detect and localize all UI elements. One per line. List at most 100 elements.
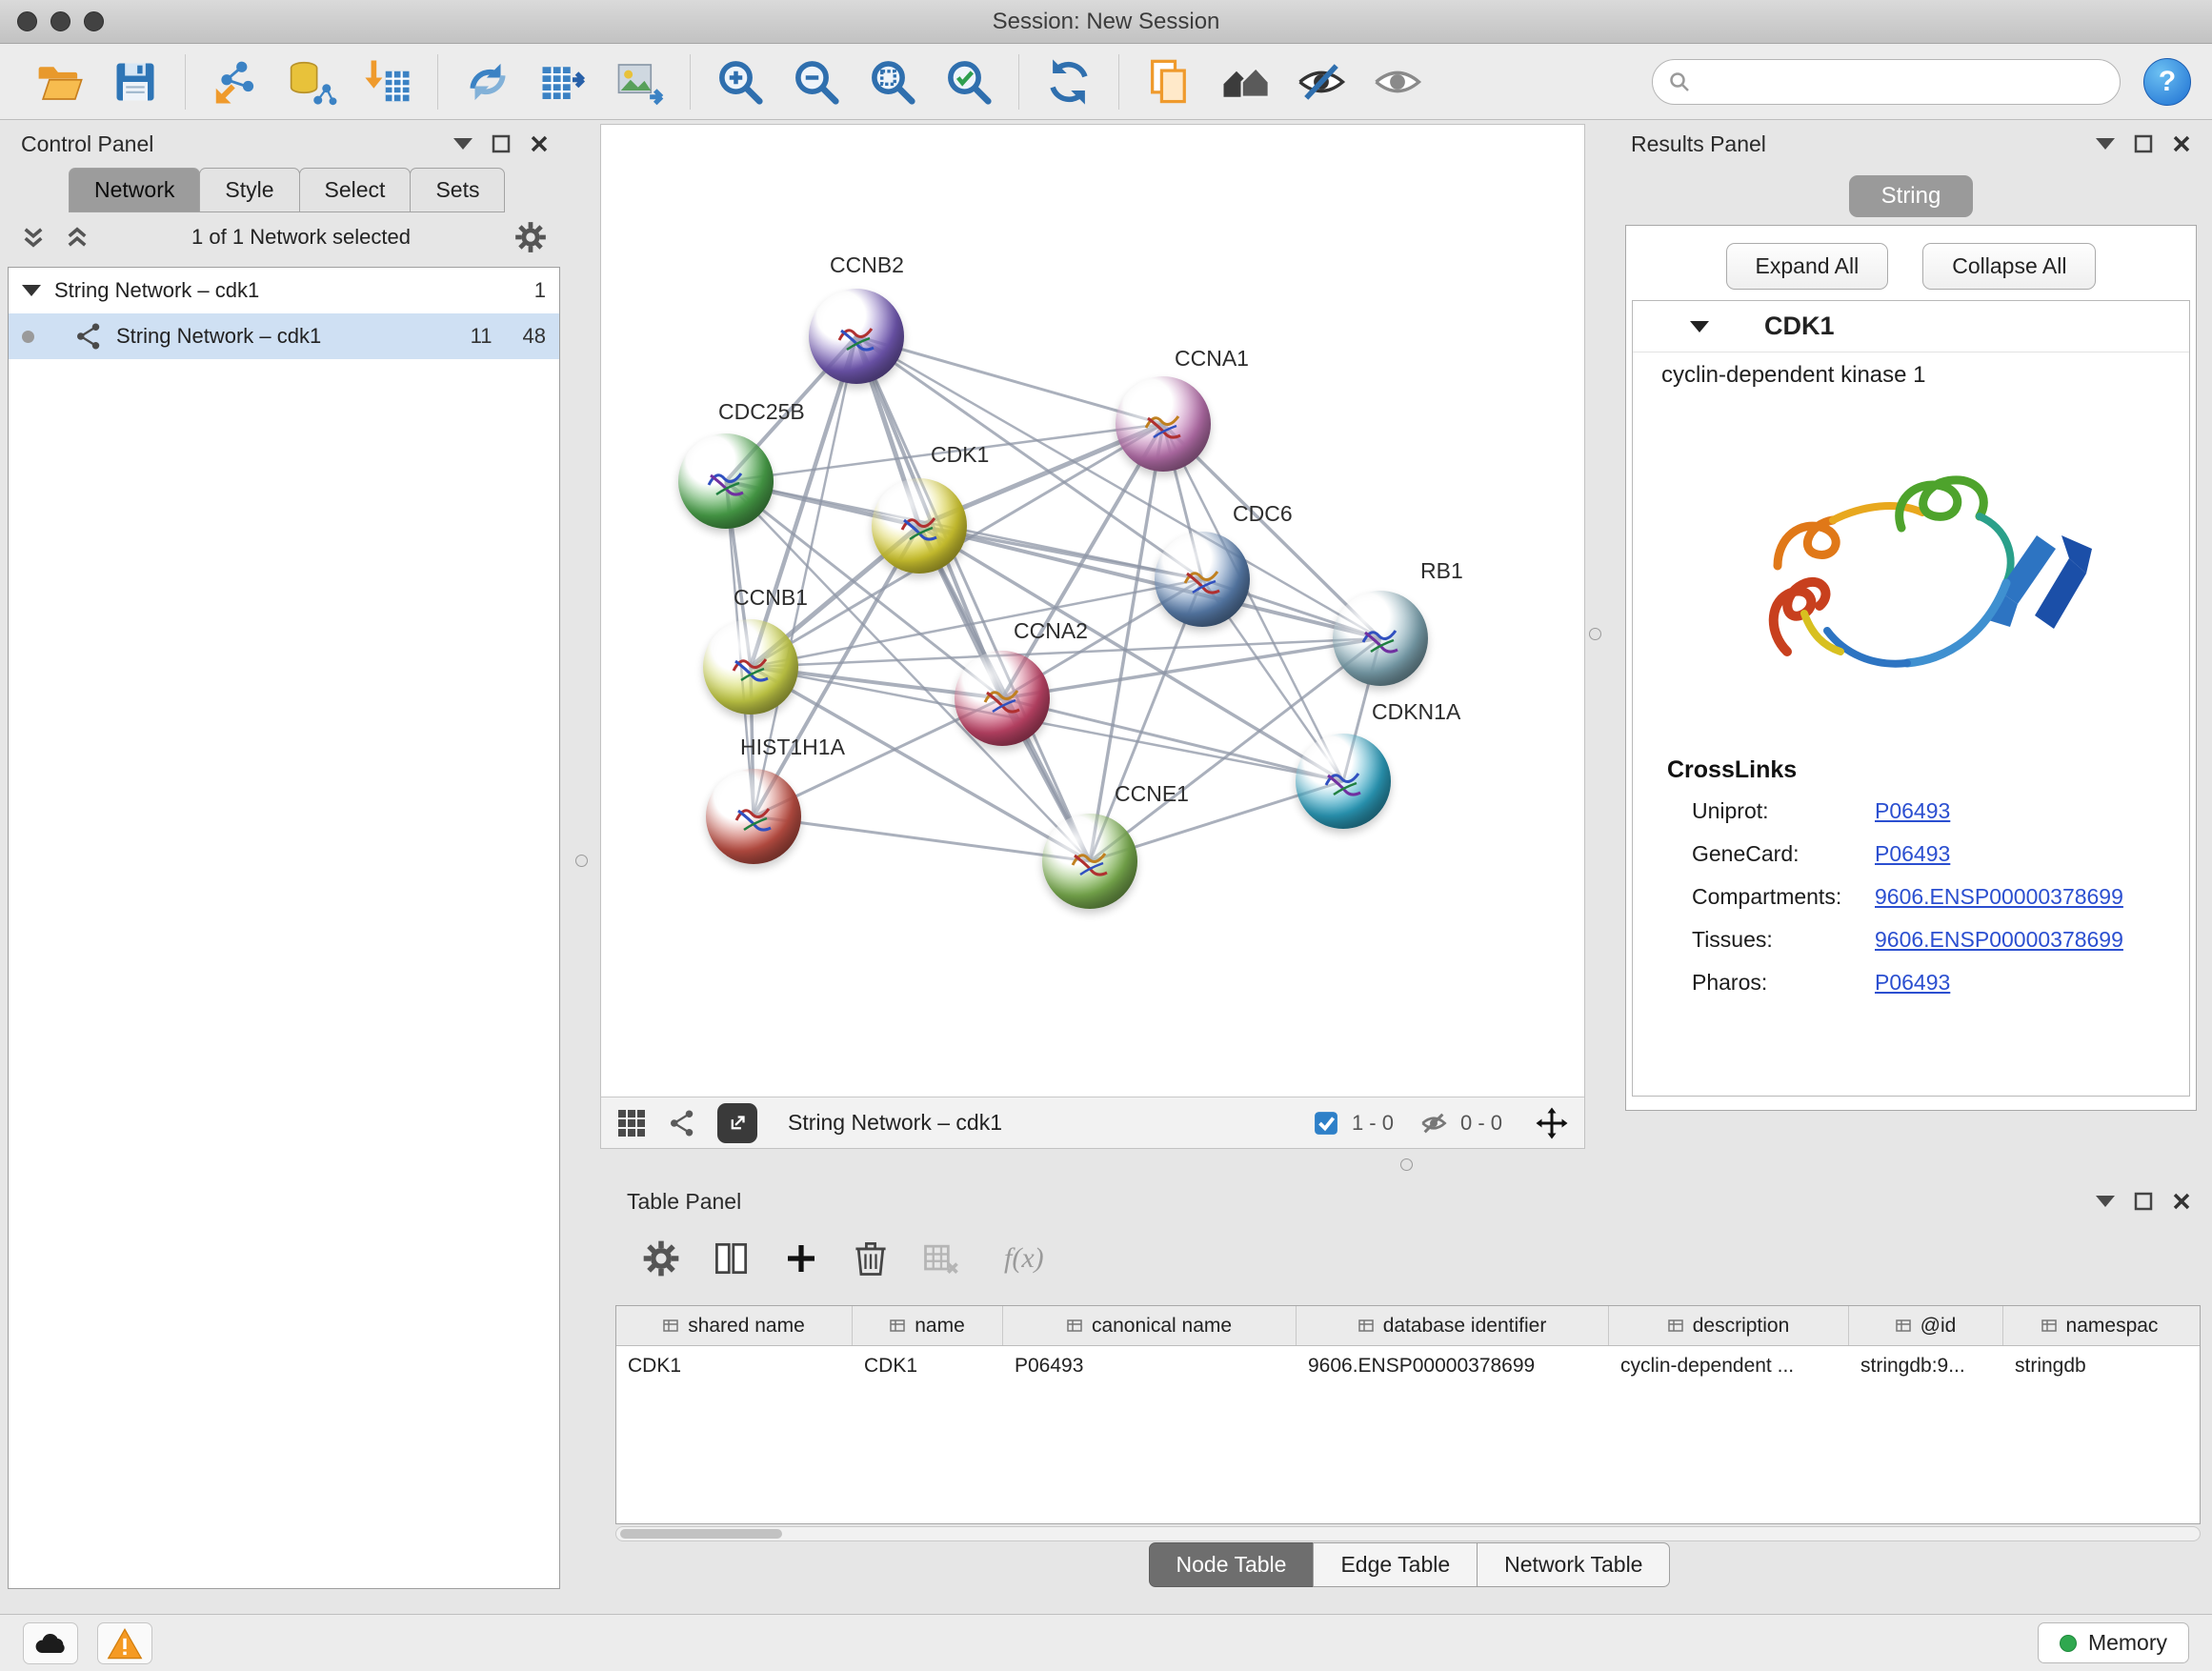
- show-columns-icon[interactable]: [711, 1238, 753, 1279]
- table-float-icon[interactable]: [2096, 1196, 2115, 1207]
- network-row-selected[interactable]: String Network – cdk1 11 48: [9, 313, 559, 359]
- column-grid-icon: [2041, 1318, 2058, 1334]
- cell-shared-name[interactable]: CDK1: [616, 1346, 853, 1386]
- zoom-selected-button[interactable]: [940, 52, 997, 111]
- function-builder-icon[interactable]: f(x): [1004, 1242, 1044, 1275]
- add-column-icon[interactable]: [781, 1238, 821, 1278]
- pharos-link[interactable]: P06493: [1875, 970, 1950, 996]
- network-node-CDC6[interactable]: [1155, 532, 1250, 627]
- export-network-button[interactable]: [535, 52, 593, 111]
- birdseye-view-button[interactable]: [1217, 52, 1274, 111]
- results-close-icon[interactable]: [2172, 134, 2191, 153]
- help-button[interactable]: ?: [2143, 58, 2191, 106]
- delete-column-trash-icon[interactable]: [850, 1238, 892, 1279]
- gene-entry-header[interactable]: CDK1: [1633, 301, 2189, 352]
- column-header[interactable]: name: [853, 1306, 1003, 1345]
- results-maximize-icon[interactable]: [2134, 134, 2153, 153]
- column-header[interactable]: shared name: [616, 1306, 853, 1345]
- show-graphics-details-button[interactable]: [1369, 52, 1426, 111]
- detach-view-button[interactable]: [717, 1103, 757, 1143]
- refresh-network-view-button[interactable]: [1040, 52, 1097, 111]
- network-node-HIST1H1A[interactable]: [706, 769, 801, 864]
- tab-style[interactable]: Style: [199, 168, 299, 212]
- table-close-icon[interactable]: [2172, 1192, 2191, 1211]
- cell-name[interactable]: CDK1: [853, 1346, 1003, 1386]
- table-settings-gear-icon[interactable]: [640, 1238, 682, 1279]
- search-input[interactable]: [1700, 70, 2104, 94]
- tab-network[interactable]: Network: [69, 168, 200, 212]
- cloud-services-button[interactable]: [23, 1622, 78, 1664]
- collapse-all-button[interactable]: Collapse All: [1922, 243, 2096, 290]
- network-node-CCNE1[interactable]: [1042, 814, 1137, 909]
- tab-network-table[interactable]: Network Table: [1477, 1542, 1670, 1587]
- memory-button[interactable]: Memory: [2038, 1622, 2189, 1663]
- scrollbar-thumb[interactable]: [620, 1529, 782, 1539]
- expand-all-networks-icon[interactable]: [65, 225, 90, 250]
- uniprot-link[interactable]: P06493: [1875, 798, 1950, 824]
- compartments-link[interactable]: 9606.ENSP00000378699: [1875, 884, 2123, 910]
- panel-close-icon[interactable]: [530, 134, 549, 153]
- tree-expand-icon[interactable]: [22, 285, 41, 296]
- refresh-icon: [1043, 56, 1095, 108]
- column-header[interactable]: @id: [1849, 1306, 2003, 1345]
- hide-unhide-button[interactable]: [1293, 52, 1350, 111]
- cell-id[interactable]: stringdb:9...: [1849, 1346, 2003, 1386]
- table-row[interactable]: CDK1 CDK1 P06493 9606.ENSP00000378699 cy…: [616, 1346, 2200, 1386]
- column-header[interactable]: namespac: [2003, 1306, 2196, 1345]
- results-float-icon[interactable]: [2096, 138, 2115, 150]
- save-session-button[interactable]: [107, 52, 164, 111]
- copy-button[interactable]: [1140, 52, 1197, 111]
- zoom-out-button[interactable]: [788, 52, 845, 111]
- move-crosshair-icon[interactable]: [1535, 1106, 1569, 1140]
- new-network-button[interactable]: [459, 52, 516, 111]
- open-folder-icon: [33, 56, 85, 108]
- left-splitter-handle[interactable]: [575, 855, 588, 867]
- hidden-elements-eye-icon[interactable]: [1420, 1110, 1447, 1137]
- network-node-RB1[interactable]: [1333, 591, 1428, 686]
- grid-view-icon[interactable]: [616, 1108, 647, 1138]
- network-node-CDC25B[interactable]: [678, 433, 774, 529]
- warnings-button[interactable]: [97, 1622, 152, 1664]
- network-node-CDK1[interactable]: [872, 478, 967, 574]
- bottom-splitter-handle[interactable]: [1400, 1158, 1413, 1171]
- tissues-link[interactable]: 9606.ENSP00000378699: [1875, 927, 2123, 953]
- network-canvas[interactable]: CCNB2CCNA1CDC25BCDK1CDC6RB1CCNB1CCNA2CDK…: [601, 125, 1584, 1097]
- open-session-button[interactable]: [30, 52, 88, 111]
- selected-nodes-checkbox-icon[interactable]: [1314, 1111, 1338, 1136]
- tab-node-table[interactable]: Node Table: [1149, 1542, 1315, 1587]
- column-header[interactable]: canonical name: [1003, 1306, 1297, 1345]
- zoom-in-button[interactable]: [712, 52, 769, 111]
- cell-description[interactable]: cyclin-dependent ...: [1609, 1346, 1849, 1386]
- zoom-fit-content-button[interactable]: [864, 52, 921, 111]
- cell-canonical-name[interactable]: P06493: [1003, 1346, 1297, 1386]
- collapse-all-networks-icon[interactable]: [21, 225, 46, 250]
- right-splitter-handle[interactable]: [1589, 628, 1601, 640]
- cell-namespace[interactable]: stringdb: [2003, 1346, 2196, 1386]
- column-header[interactable]: database identifier: [1297, 1306, 1609, 1345]
- import-table-file-button[interactable]: [359, 52, 416, 111]
- results-tab-string[interactable]: String: [1849, 175, 1974, 217]
- table-maximize-icon[interactable]: [2134, 1192, 2153, 1211]
- network-node-CCNA1[interactable]: [1116, 376, 1211, 472]
- network-node-CDKN1A[interactable]: [1296, 734, 1391, 829]
- import-network-database-button[interactable]: [283, 52, 340, 111]
- expand-all-button[interactable]: Expand All: [1726, 243, 1889, 290]
- cell-database-identifier[interactable]: 9606.ENSP00000378699: [1297, 1346, 1609, 1386]
- network-node-CCNA2[interactable]: [955, 651, 1050, 746]
- import-network-file-button[interactable]: [207, 52, 264, 111]
- export-image-button[interactable]: [612, 52, 669, 111]
- network-node-CCNB2[interactable]: [809, 289, 904, 384]
- tab-edge-table[interactable]: Edge Table: [1313, 1542, 1478, 1587]
- tab-sets[interactable]: Sets: [410, 168, 505, 212]
- panel-maximize-icon[interactable]: [492, 134, 511, 153]
- panel-float-icon[interactable]: [453, 138, 473, 150]
- table-horizontal-scrollbar[interactable]: [615, 1526, 2201, 1541]
- network-collection-row[interactable]: String Network – cdk1 1: [9, 268, 559, 313]
- gear-icon[interactable]: [513, 219, 549, 255]
- genecard-link[interactable]: P06493: [1875, 841, 1950, 867]
- entry-collapse-icon[interactable]: [1690, 321, 1709, 332]
- network-node-CCNB1[interactable]: [703, 619, 798, 715]
- network-view-share-icon[interactable]: [668, 1109, 696, 1137]
- tab-select[interactable]: Select: [299, 168, 412, 212]
- column-header[interactable]: description: [1609, 1306, 1849, 1345]
